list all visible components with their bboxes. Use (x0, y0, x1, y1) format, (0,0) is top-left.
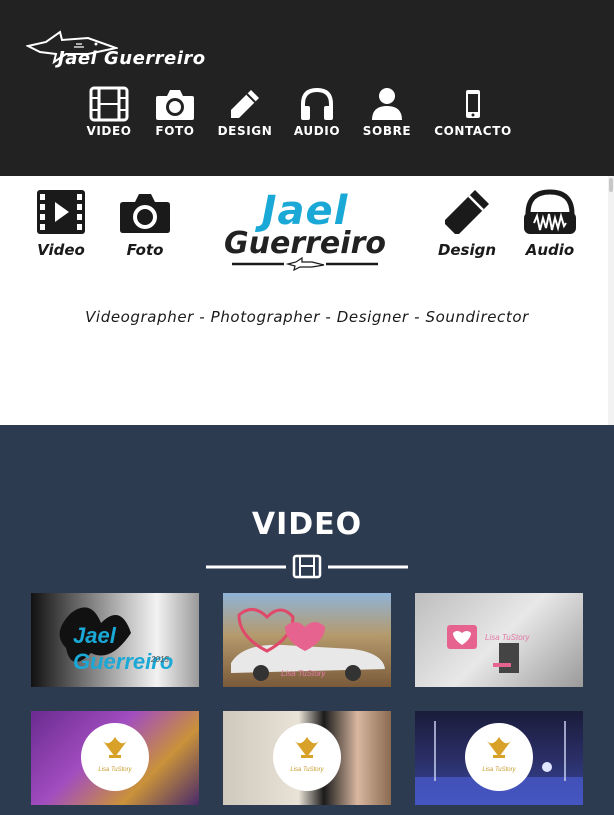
nav-sobre[interactable]: SOBRE (362, 86, 412, 138)
video-thumbnail[interactable]: Lisa TuStory (415, 593, 583, 687)
hero-section: Video Foto Jael Guerreiro Design Audio V… (0, 176, 608, 425)
thumbnail-caption: Lisa TuStory (98, 767, 132, 773)
thumbnail-caption: Lisa TuStory (290, 767, 324, 773)
video-section-title: VIDEO (251, 507, 363, 542)
lisa-tustory-badge: Lisa TuStory (81, 723, 149, 791)
phone-icon (466, 90, 480, 118)
user-icon (372, 88, 402, 120)
nav-design[interactable]: DESIGN (216, 86, 274, 138)
hero-foto-label: Foto (126, 241, 164, 259)
lisa-tustory-badge: Lisa TuStory (465, 723, 533, 791)
scrollbar-thumb[interactable] (609, 178, 613, 192)
shell-logo-icon (295, 737, 319, 758)
shell-logo-icon (487, 737, 511, 758)
hero-design-link[interactable]: Design (434, 188, 500, 259)
video-thumbnail[interactable]: Lisa TuStory (223, 593, 391, 687)
hero-video-label: Video (37, 241, 85, 259)
video-section: VIDEO Jael Guerreiro 2015 Lisa TuStory L… (0, 425, 614, 815)
pencil-icon (231, 90, 259, 118)
hero-foto-link[interactable]: Foto (116, 190, 174, 259)
main-nav: VIDEO FOTO DESIGN AUDIO SOBRE CONTACTO (0, 86, 614, 146)
nav-video-label: VIDEO (86, 124, 132, 138)
shark-divider-icon (232, 256, 378, 272)
nav-foto[interactable]: FOTO (152, 86, 198, 138)
nav-foto-label: FOTO (155, 124, 195, 138)
hero-audio-link[interactable]: Audio (518, 188, 582, 259)
tagline: Videographer - Photographer - Designer -… (85, 308, 529, 326)
site-logo[interactable]: Jael Guerreiro (26, 26, 216, 70)
hero-design-label: Design (437, 241, 497, 259)
video-thumbnail[interactable]: Jael Guerreiro 2015 (31, 593, 199, 687)
headphones-icon (301, 87, 333, 120)
thumbnail-sub: 2015 (151, 655, 169, 664)
hero-video-link[interactable]: Video (30, 188, 92, 259)
top-navbar: Jael Guerreiro VIDEO FOTO DESIGN AUDIO S… (0, 0, 614, 176)
nav-audio[interactable]: AUDIO (292, 86, 342, 138)
camera-icon (120, 194, 170, 233)
thumbnail-caption: Lisa TuStory (485, 633, 530, 642)
lisa-tustory-badge: Lisa TuStory (273, 723, 341, 791)
thumbnail-caption: Lisa TuStory (482, 767, 516, 773)
film-icon (89, 86, 129, 122)
nav-contacto-label: CONTACTO (434, 124, 512, 138)
headphones-wave-icon (524, 189, 576, 234)
nav-audio-label: AUDIO (293, 124, 341, 138)
pencil-icon (445, 190, 489, 234)
logo-text: Jael Guerreiro (58, 48, 206, 69)
film-divider-icon (206, 554, 408, 579)
hero-audio-label: Audio (525, 241, 575, 259)
nav-design-label: DESIGN (217, 124, 273, 138)
nav-contacto[interactable]: CONTACTO (432, 86, 514, 138)
video-thumbnail[interactable]: Lisa TuStory (223, 711, 391, 805)
brand-line1: Jael (261, 188, 349, 234)
video-thumbnail[interactable]: Lisa TuStory (31, 711, 199, 805)
camera-icon (156, 90, 194, 120)
video-thumbnail[interactable]: Lisa TuStory (415, 711, 583, 805)
nav-sobre-label: SOBRE (362, 124, 412, 138)
thumbnail-caption: Jael Guerreiro (73, 623, 174, 674)
brand-line2: Guerreiro (224, 226, 386, 261)
shell-logo-icon (103, 737, 127, 758)
nav-video[interactable]: VIDEO (86, 86, 132, 138)
thumbnail-caption: Lisa TuStory (281, 669, 326, 678)
play-film-icon (37, 190, 85, 234)
